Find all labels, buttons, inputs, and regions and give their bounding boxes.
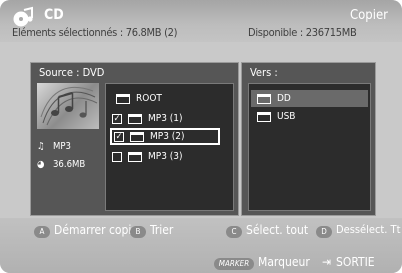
- destination-panel: Vers : DD USB: [241, 62, 376, 216]
- start-copy-label[interactable]: Démarrer copie: [54, 223, 138, 237]
- tree-item-mp3-3[interactable]: MP3 (3): [112, 148, 183, 165]
- control-bar: A Démarrer copie B Trier C Sélect. tout …: [0, 218, 402, 273]
- top-bar: CD Copier Eléments sélectionnés : 76.8MB…: [0, 0, 402, 42]
- cd-copy-screen: CD Copier Eléments sélectionnés : 76.8MB…: [0, 0, 402, 273]
- folder-icon: [128, 151, 142, 162]
- select-all-label[interactable]: Sélect. tout: [246, 223, 308, 237]
- page-title: CD: [44, 7, 64, 23]
- c-key-icon[interactable]: C: [226, 226, 242, 238]
- media-size: ◕ 36.6MB: [37, 159, 86, 170]
- deselect-all-label[interactable]: Dessélect. Tt: [336, 223, 400, 236]
- d-key-icon[interactable]: D: [316, 226, 332, 238]
- destination-label: Vers :: [250, 66, 278, 79]
- source-label: Source : DVD: [39, 66, 105, 79]
- mode-label: Copier: [349, 8, 388, 23]
- b-key-icon[interactable]: B: [130, 226, 146, 238]
- folder-icon: [116, 93, 130, 104]
- selected-elements-info: Eléments sélectionnés : 76.8MB (2): [12, 26, 178, 39]
- checkbox-checked[interactable]: ✓: [114, 131, 124, 142]
- disc-usage-icon: ◕: [37, 159, 45, 170]
- music-thumbnail: [37, 83, 99, 129]
- media-type: ♫ MP3: [37, 141, 71, 152]
- available-space-info: Disponible : 236715MB: [248, 26, 357, 39]
- marker-label[interactable]: Marqueur: [258, 255, 310, 269]
- sort-label[interactable]: Trier: [150, 223, 173, 237]
- music-note-icon: ♫: [37, 141, 45, 152]
- destination-item-dd[interactable]: DD: [251, 90, 368, 107]
- tree-item-mp3-2[interactable]: ✓ MP3 (2): [110, 128, 220, 145]
- folder-tree: ROOT ✓ MP3 (1) ✓ MP3 (2) MP3 (3): [105, 83, 234, 211]
- folder-icon: [130, 131, 144, 142]
- cd-icon: [12, 6, 38, 28]
- folder-icon: [257, 93, 271, 104]
- checkbox-unchecked[interactable]: [112, 151, 122, 162]
- tree-item-mp3-1[interactable]: ✓ MP3 (1): [112, 110, 183, 127]
- marker-key-icon[interactable]: MARKER: [214, 258, 254, 270]
- exit-label[interactable]: SORTIE: [336, 255, 375, 269]
- a-key-icon[interactable]: A: [34, 226, 50, 238]
- checkbox-checked[interactable]: ✓: [112, 113, 122, 124]
- folder-icon: [128, 113, 142, 124]
- tree-root[interactable]: ROOT: [116, 90, 162, 107]
- destination-list: DD USB: [248, 83, 371, 211]
- exit-icon[interactable]: ⇥: [322, 255, 331, 269]
- folder-icon: [257, 111, 271, 122]
- destination-item-usb[interactable]: USB: [251, 108, 368, 125]
- source-panel: Source : DVD ♫ MP3 ◕ 36.6MB ROOT ✓ MP3 (…: [30, 62, 239, 216]
